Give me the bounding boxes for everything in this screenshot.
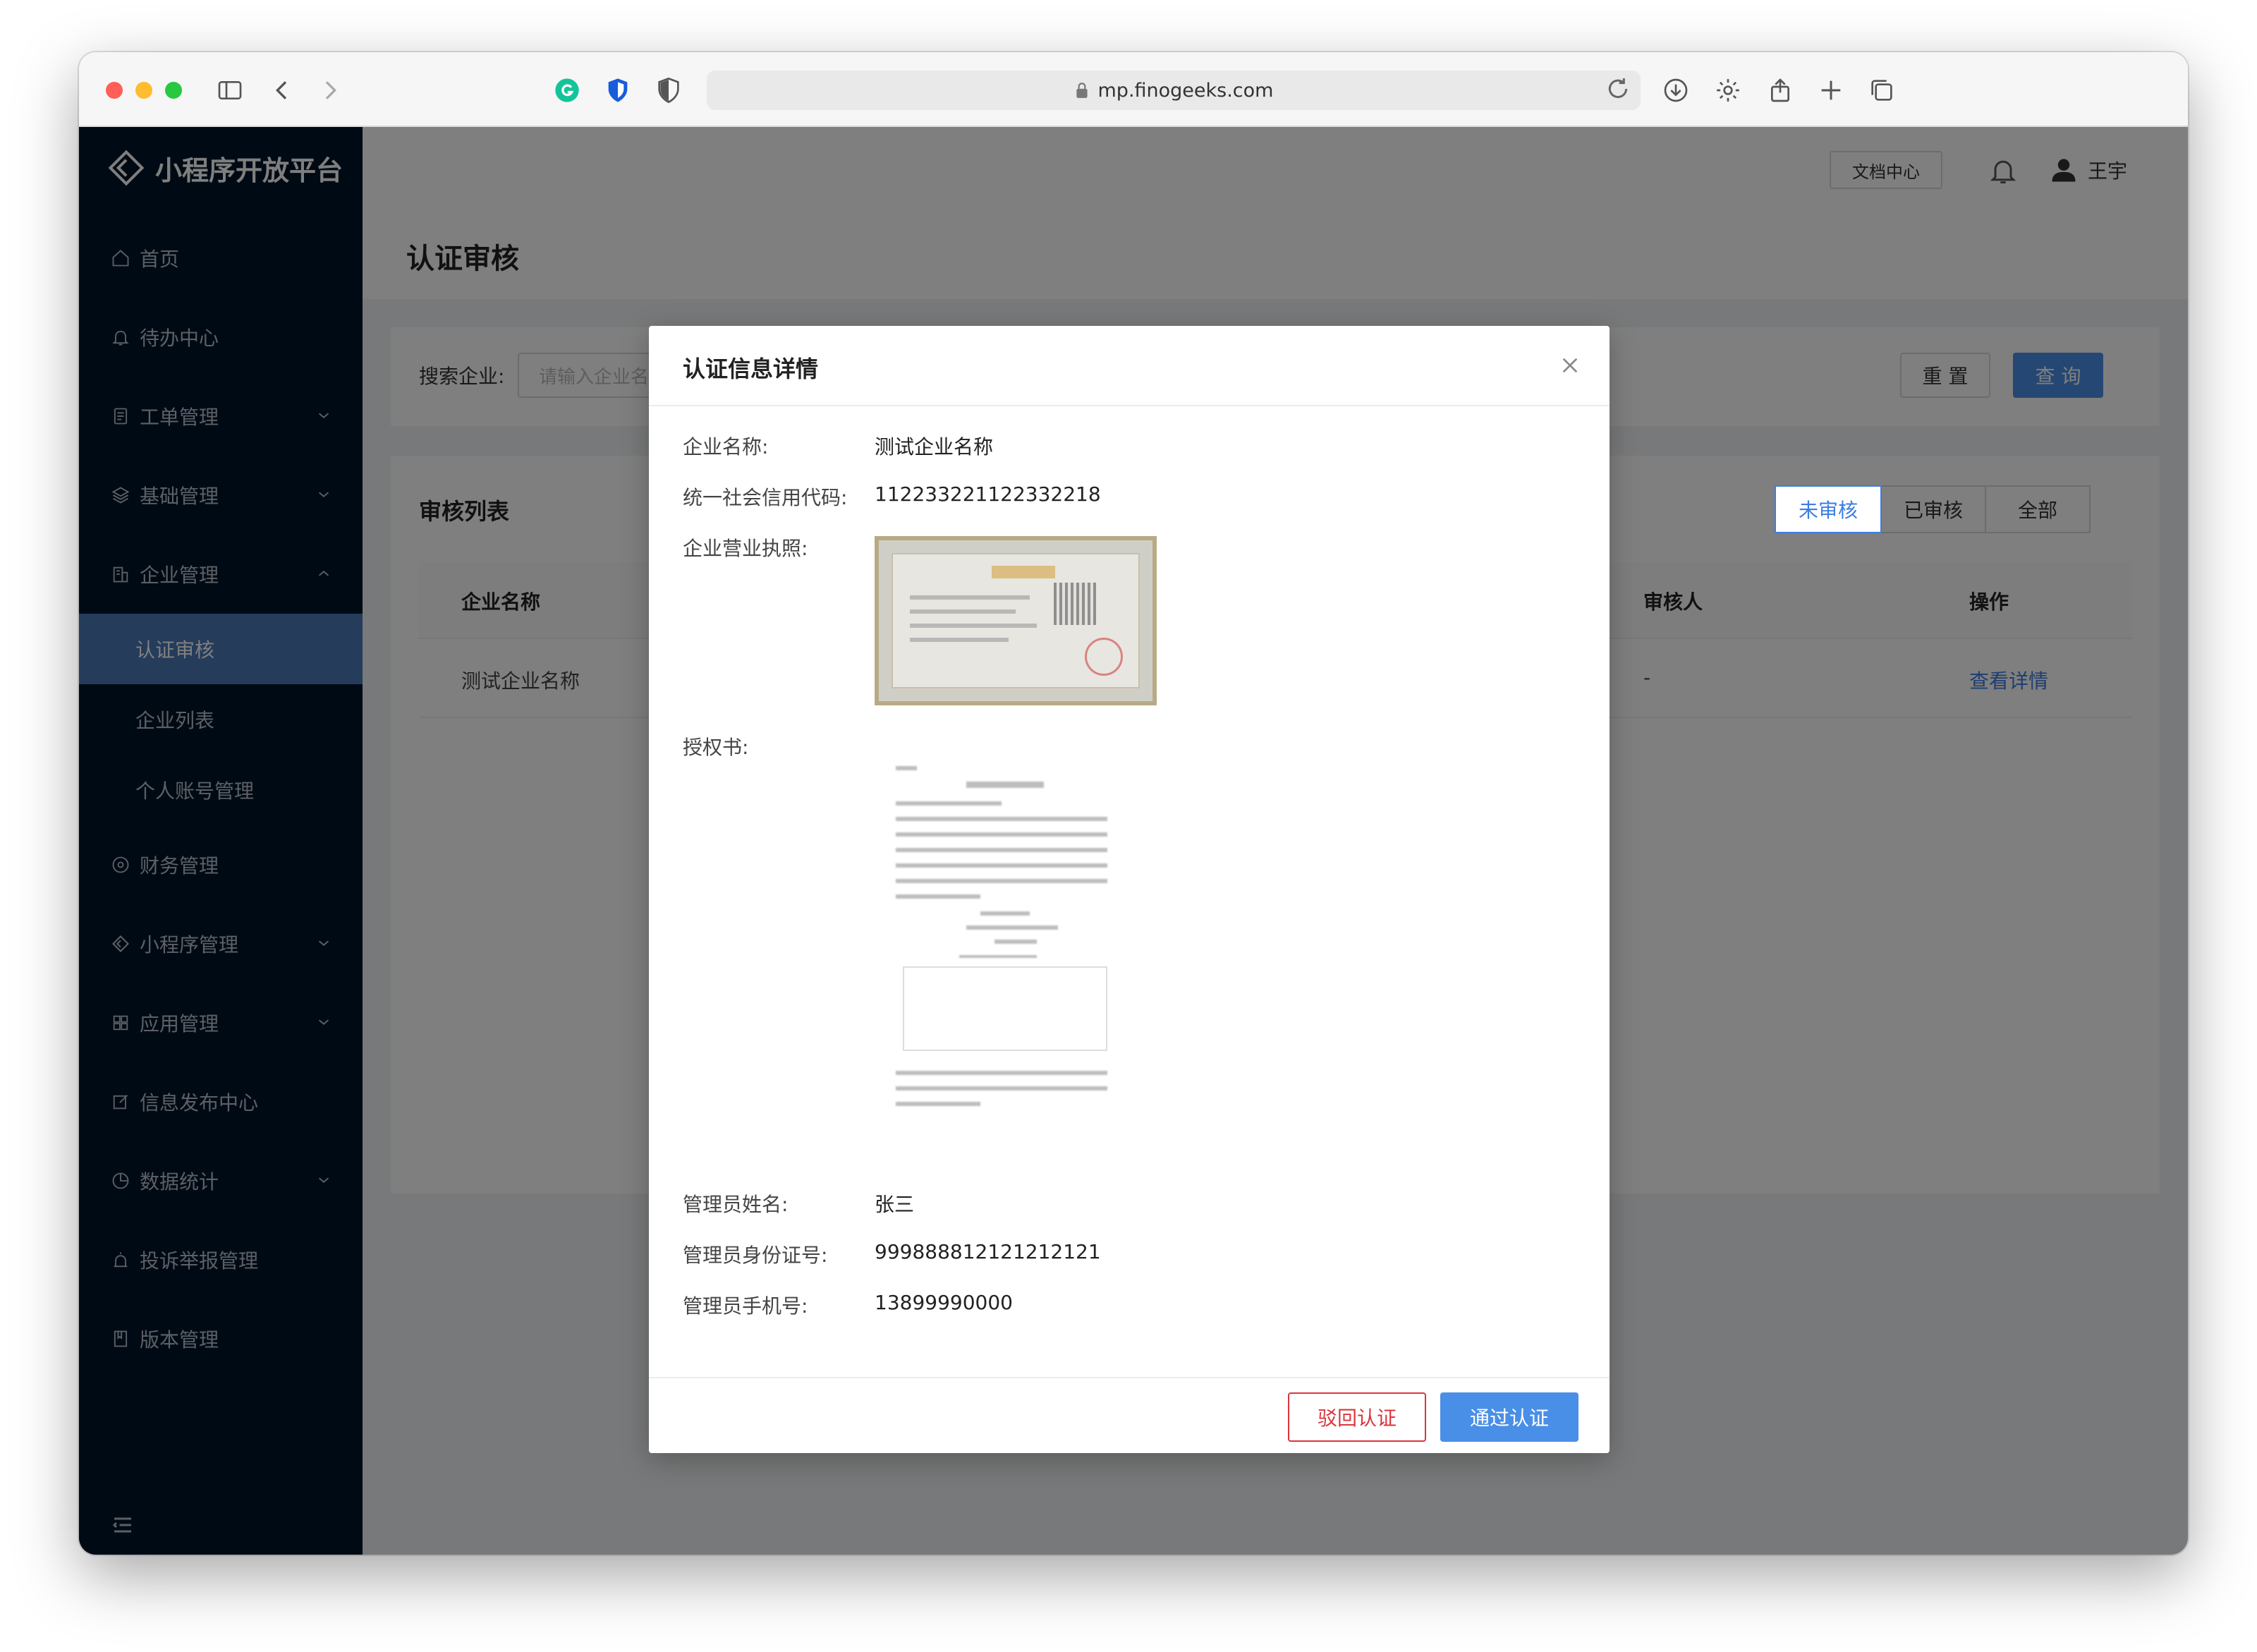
doc-text-line [994,940,1037,944]
doc-title-line [966,782,1044,788]
license-text-line [910,624,1037,628]
modal-footer: 驳回认证 通过认证 [649,1377,1610,1453]
back-icon[interactable] [265,73,299,107]
license-label: 企业营业执照: [683,537,808,560]
browser-toolbar: mp.finogeeks.com [79,52,2188,127]
new-tab-plus-icon[interactable] [1814,73,1848,107]
doc-text-line [966,925,1058,930]
license-text-line [910,609,1016,614]
doc-text-line [896,1071,1107,1075]
license-paper [892,553,1140,688]
address-bar[interactable]: mp.finogeeks.com [707,71,1641,110]
modal-header: 认证信息详情 [649,326,1610,406]
close-icon[interactable] [1559,354,1581,377]
doc-text-line [896,817,1107,821]
license-header-mark [992,566,1055,578]
doc-text-line [896,1102,980,1106]
approve-certification-button[interactable]: 通过认证 [1440,1392,1578,1442]
lock-icon [1076,83,1088,98]
business-license-image[interactable] [875,536,1157,705]
close-window-button[interactable] [106,82,123,99]
credit-code-label: 统一社会信用代码: [683,486,848,509]
download-icon[interactable] [1659,73,1693,107]
bitwarden-extension-icon[interactable] [601,73,635,107]
doc-text-line [896,766,917,770]
admin-phone-label: 管理员手机号: [683,1294,808,1318]
doc-text-line [896,801,1002,806]
reject-certification-button[interactable]: 驳回认证 [1288,1392,1426,1442]
tab-overview-icon[interactable] [1865,73,1899,107]
qr-code-icon [1054,583,1096,625]
certification-detail-modal: 认证信息详情 企业名称: 测试企业名称 统一社会信用代码: 1122332211… [649,326,1610,1453]
forward-icon[interactable] [313,73,347,107]
authorization-letter-image[interactable] [889,755,1121,1122]
doc-text-line [896,879,1107,883]
doc-signature-box [903,966,1107,1051]
browser-window: mp.finogeeks.com 小程序开放平台 [79,52,2188,1555]
authorization-label: 授权书: [683,736,749,759]
company-name-value: 测试企业名称 [875,435,994,458]
doc-text-line [896,848,1107,852]
settings-gear-icon[interactable] [1711,73,1745,107]
admin-name-value: 张三 [875,1193,915,1216]
admin-id-value: 999888812121212121 [875,1240,1101,1263]
minimize-window-button[interactable] [135,82,152,99]
doc-text-line [980,911,1030,916]
admin-phone-value: 13899990000 [875,1291,1013,1314]
privacy-shield-icon[interactable] [652,73,686,107]
zoom-window-button[interactable] [165,82,182,99]
doc-text-line [896,832,1107,837]
admin-id-label: 管理员身份证号: [683,1244,828,1267]
reload-icon[interactable] [1604,75,1632,103]
app-container: 小程序开放平台 首页 待办中心 工单管理 基础管理 [79,127,2188,1555]
grammarly-extension-icon[interactable] [550,73,584,107]
doc-text-line [896,894,980,899]
doc-text-line [896,1086,1107,1091]
doc-text-line [959,955,1037,958]
doc-text-line [896,863,1107,868]
company-name-label: 企业名称: [683,435,769,458]
stamp-seal-icon [1085,638,1123,676]
modal-title: 认证信息详情 [683,356,819,382]
url-text: mp.finogeeks.com [1097,79,1274,102]
admin-name-label: 管理员姓名: [683,1193,789,1216]
license-text-line [910,638,1009,642]
license-text-line [910,595,1030,600]
sidebar-toggle-icon[interactable] [213,73,247,107]
credit-code-value: 112233221122332218 [875,482,1101,506]
share-icon[interactable] [1763,73,1797,107]
tab-pending[interactable]: 未审核 [1775,485,1882,533]
